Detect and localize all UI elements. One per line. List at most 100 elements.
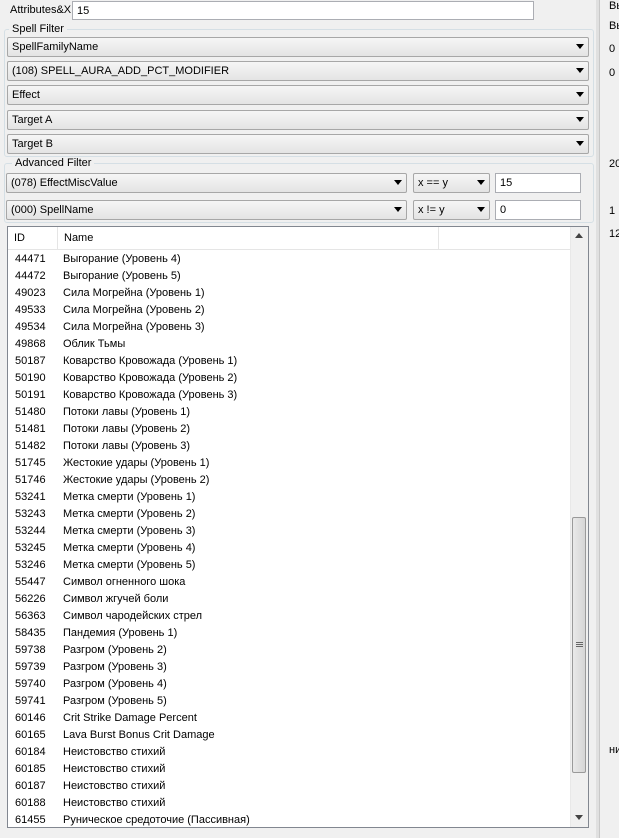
spell-name: Неистовство стихий: [63, 763, 166, 775]
spell-name: Метка смерти (Уровень 3): [63, 525, 196, 537]
spell-name: Выгорание (Уровень 4): [63, 253, 181, 265]
table-row[interactable]: 60165 Lava Burst Bonus Crit Damage: [8, 727, 573, 744]
spell-name: Символ жгучей боли: [63, 593, 169, 605]
scroll-down-icon[interactable]: [575, 815, 583, 820]
table-row[interactable]: 51482 Потоки лавы (Уровень 3): [8, 438, 573, 455]
target-a-select[interactable]: Target A: [7, 110, 589, 130]
spell-id: 51746: [15, 474, 46, 486]
vertical-scrollbar[interactable]: [570, 227, 588, 827]
spell-id: 53241: [15, 491, 46, 503]
scroll-thumb[interactable]: [572, 517, 586, 773]
table-row[interactable]: 53244 Метка смерти (Уровень 3): [8, 523, 573, 540]
spell-id: 61455: [15, 814, 46, 826]
table-row[interactable]: 58435 Пандемия (Уровень 1): [8, 625, 573, 642]
column-header-id[interactable]: ID: [8, 227, 58, 249]
value-1-input[interactable]: 15: [495, 173, 581, 193]
table-row[interactable]: 56226 Символ жгучей боли: [8, 591, 573, 608]
advanced-field-1-select[interactable]: (078) EffectMiscValue: [6, 173, 407, 193]
table-row[interactable]: 44471 Выгорание (Уровень 4): [8, 251, 573, 268]
spell-id: 59740: [15, 678, 46, 690]
table-row[interactable]: 51481 Потоки лавы (Уровень 2): [8, 421, 573, 438]
value-2-input[interactable]: 0: [495, 200, 581, 220]
chevron-down-icon: [477, 180, 485, 185]
spell-family-value: SpellFamilyName: [12, 41, 99, 53]
table-row[interactable]: 53243 Метка смерти (Уровень 2): [8, 506, 573, 523]
table-row[interactable]: 59738 Разгром (Уровень 2): [8, 642, 573, 659]
spell-id: 50190: [15, 372, 46, 384]
table-row[interactable]: 49868 Облик Тьмы: [8, 336, 573, 353]
spell-name: Метка смерти (Уровень 5): [63, 559, 196, 571]
spell-name: Потоки лавы (Уровень 3): [63, 440, 191, 452]
column-header-name[interactable]: Name: [58, 227, 439, 249]
table-row[interactable]: 50190 Коварство Кровожада (Уровень 2): [8, 370, 573, 387]
spell-name: Неистовство стихий: [63, 780, 166, 792]
spell-name: Облик Тьмы: [63, 338, 126, 350]
table-row[interactable]: 60146 Crit Strike Damage Percent: [8, 710, 573, 727]
table-row[interactable]: 53246 Метка смерти (Уровень 5): [8, 557, 573, 574]
target-b-select[interactable]: Target B: [7, 134, 589, 154]
advanced-field-2-select[interactable]: (000) SpellName: [6, 200, 407, 220]
spell-name: Метка смерти (Уровень 4): [63, 542, 196, 554]
scroll-up-icon[interactable]: [575, 233, 583, 238]
table-row[interactable]: 44472 Выгорание (Уровень 5): [8, 268, 573, 285]
spell-name: Lava Burst Bonus Crit Damage: [63, 729, 215, 741]
attributes-label: Attributes&X:: [10, 4, 75, 16]
grip-line: [576, 642, 583, 643]
table-row[interactable]: 50187 Коварство Кровожада (Уровень 1): [8, 353, 573, 370]
table-row[interactable]: 59741 Разгром (Уровень 5): [8, 693, 573, 710]
chevron-down-icon: [576, 68, 584, 73]
table-row[interactable]: 53241 Метка смерти (Уровень 1): [8, 489, 573, 506]
spell-id: 49023: [15, 287, 46, 299]
right-panel-text: Вы: [609, 0, 619, 12]
operator-2-value: x != y: [418, 204, 445, 216]
advanced-filter-title: Advanced Filter: [12, 157, 95, 169]
spell-name: Символ огненного шока: [63, 576, 186, 588]
table-row[interactable]: 51480 Потоки лавы (Уровень 1): [8, 404, 573, 421]
spell-name: Разгром (Уровень 2): [63, 644, 167, 656]
table-row[interactable]: 51745 Жестокие удары (Уровень 1): [8, 455, 573, 472]
spell-id: 51480: [15, 406, 46, 418]
table-row[interactable]: 59739 Разгром (Уровень 3): [8, 659, 573, 676]
right-panel-text: 0: [609, 43, 616, 55]
right-panel-text: ни: [609, 744, 619, 756]
table-row[interactable]: 49534 Сила Могрейна (Уровень 3): [8, 319, 573, 336]
table-row[interactable]: 55447 Символ огненного шока: [8, 574, 573, 591]
spell-name: Сила Могрейна (Уровень 1): [63, 287, 205, 299]
target-b-value: Target B: [12, 138, 53, 150]
spell-name: Коварство Кровожада (Уровень 1): [63, 355, 238, 367]
table-row[interactable]: 60184 Неистовство стихий: [8, 744, 573, 761]
effect-select[interactable]: Effect: [7, 85, 589, 105]
spell-list[interactable]: ID Name 44471 Выгорание (Уровень 4) 44472 В…: [7, 226, 589, 828]
attributes-input[interactable]: 15: [72, 1, 534, 20]
operator-1-select[interactable]: x == y: [413, 173, 490, 193]
grip-line: [576, 646, 583, 647]
operator-2-select[interactable]: x != y: [413, 200, 490, 220]
spell-filter-title: Spell Filter: [9, 23, 67, 35]
spell-name: Сила Могрейна (Уровень 3): [63, 321, 205, 333]
table-row[interactable]: 56363 Символ чародейских стрел: [8, 608, 573, 625]
table-row[interactable]: 61455 Руническое средоточие (Пассивная): [8, 812, 573, 827]
spell-id: 44471: [15, 253, 46, 265]
table-row[interactable]: 60185 Неистовство стихий: [8, 761, 573, 778]
list-rows: 44471 Выгорание (Уровень 4) 44472 Выгорание…: [8, 251, 573, 827]
table-row[interactable]: 53245 Метка смерти (Уровень 4): [8, 540, 573, 557]
spell-id: 51482: [15, 440, 46, 452]
table-row[interactable]: 51746 Жестокие удары (Уровень 2): [8, 472, 573, 489]
table-row[interactable]: 60188 Неистовство стихий: [8, 795, 573, 812]
spell-name: Символ чародейских стрел: [63, 610, 203, 622]
spell-family-select[interactable]: SpellFamilyName: [7, 37, 589, 57]
table-row[interactable]: 60187 Неистовство стихий: [8, 778, 573, 795]
chevron-down-icon: [394, 207, 402, 212]
spell-id: 44472: [15, 270, 46, 282]
spell-name: Выгорание (Уровень 5): [63, 270, 181, 282]
table-row[interactable]: 49023 Сила Могрейна (Уровень 1): [8, 285, 573, 302]
table-row[interactable]: 49533 Сила Могрейна (Уровень 2): [8, 302, 573, 319]
spell-name: Разгром (Уровень 4): [63, 678, 167, 690]
table-row[interactable]: 59740 Разгром (Уровень 4): [8, 676, 573, 693]
aura-select[interactable]: (108) SPELL_AURA_ADD_PCT_MODIFIER: [7, 61, 589, 81]
spell-id: 49533: [15, 304, 46, 316]
spell-id: 59739: [15, 661, 46, 673]
spell-name: Коварство Кровожада (Уровень 3): [63, 389, 238, 401]
spell-name: Потоки лавы (Уровень 1): [63, 406, 191, 418]
table-row[interactable]: 50191 Коварство Кровожада (Уровень 3): [8, 387, 573, 404]
